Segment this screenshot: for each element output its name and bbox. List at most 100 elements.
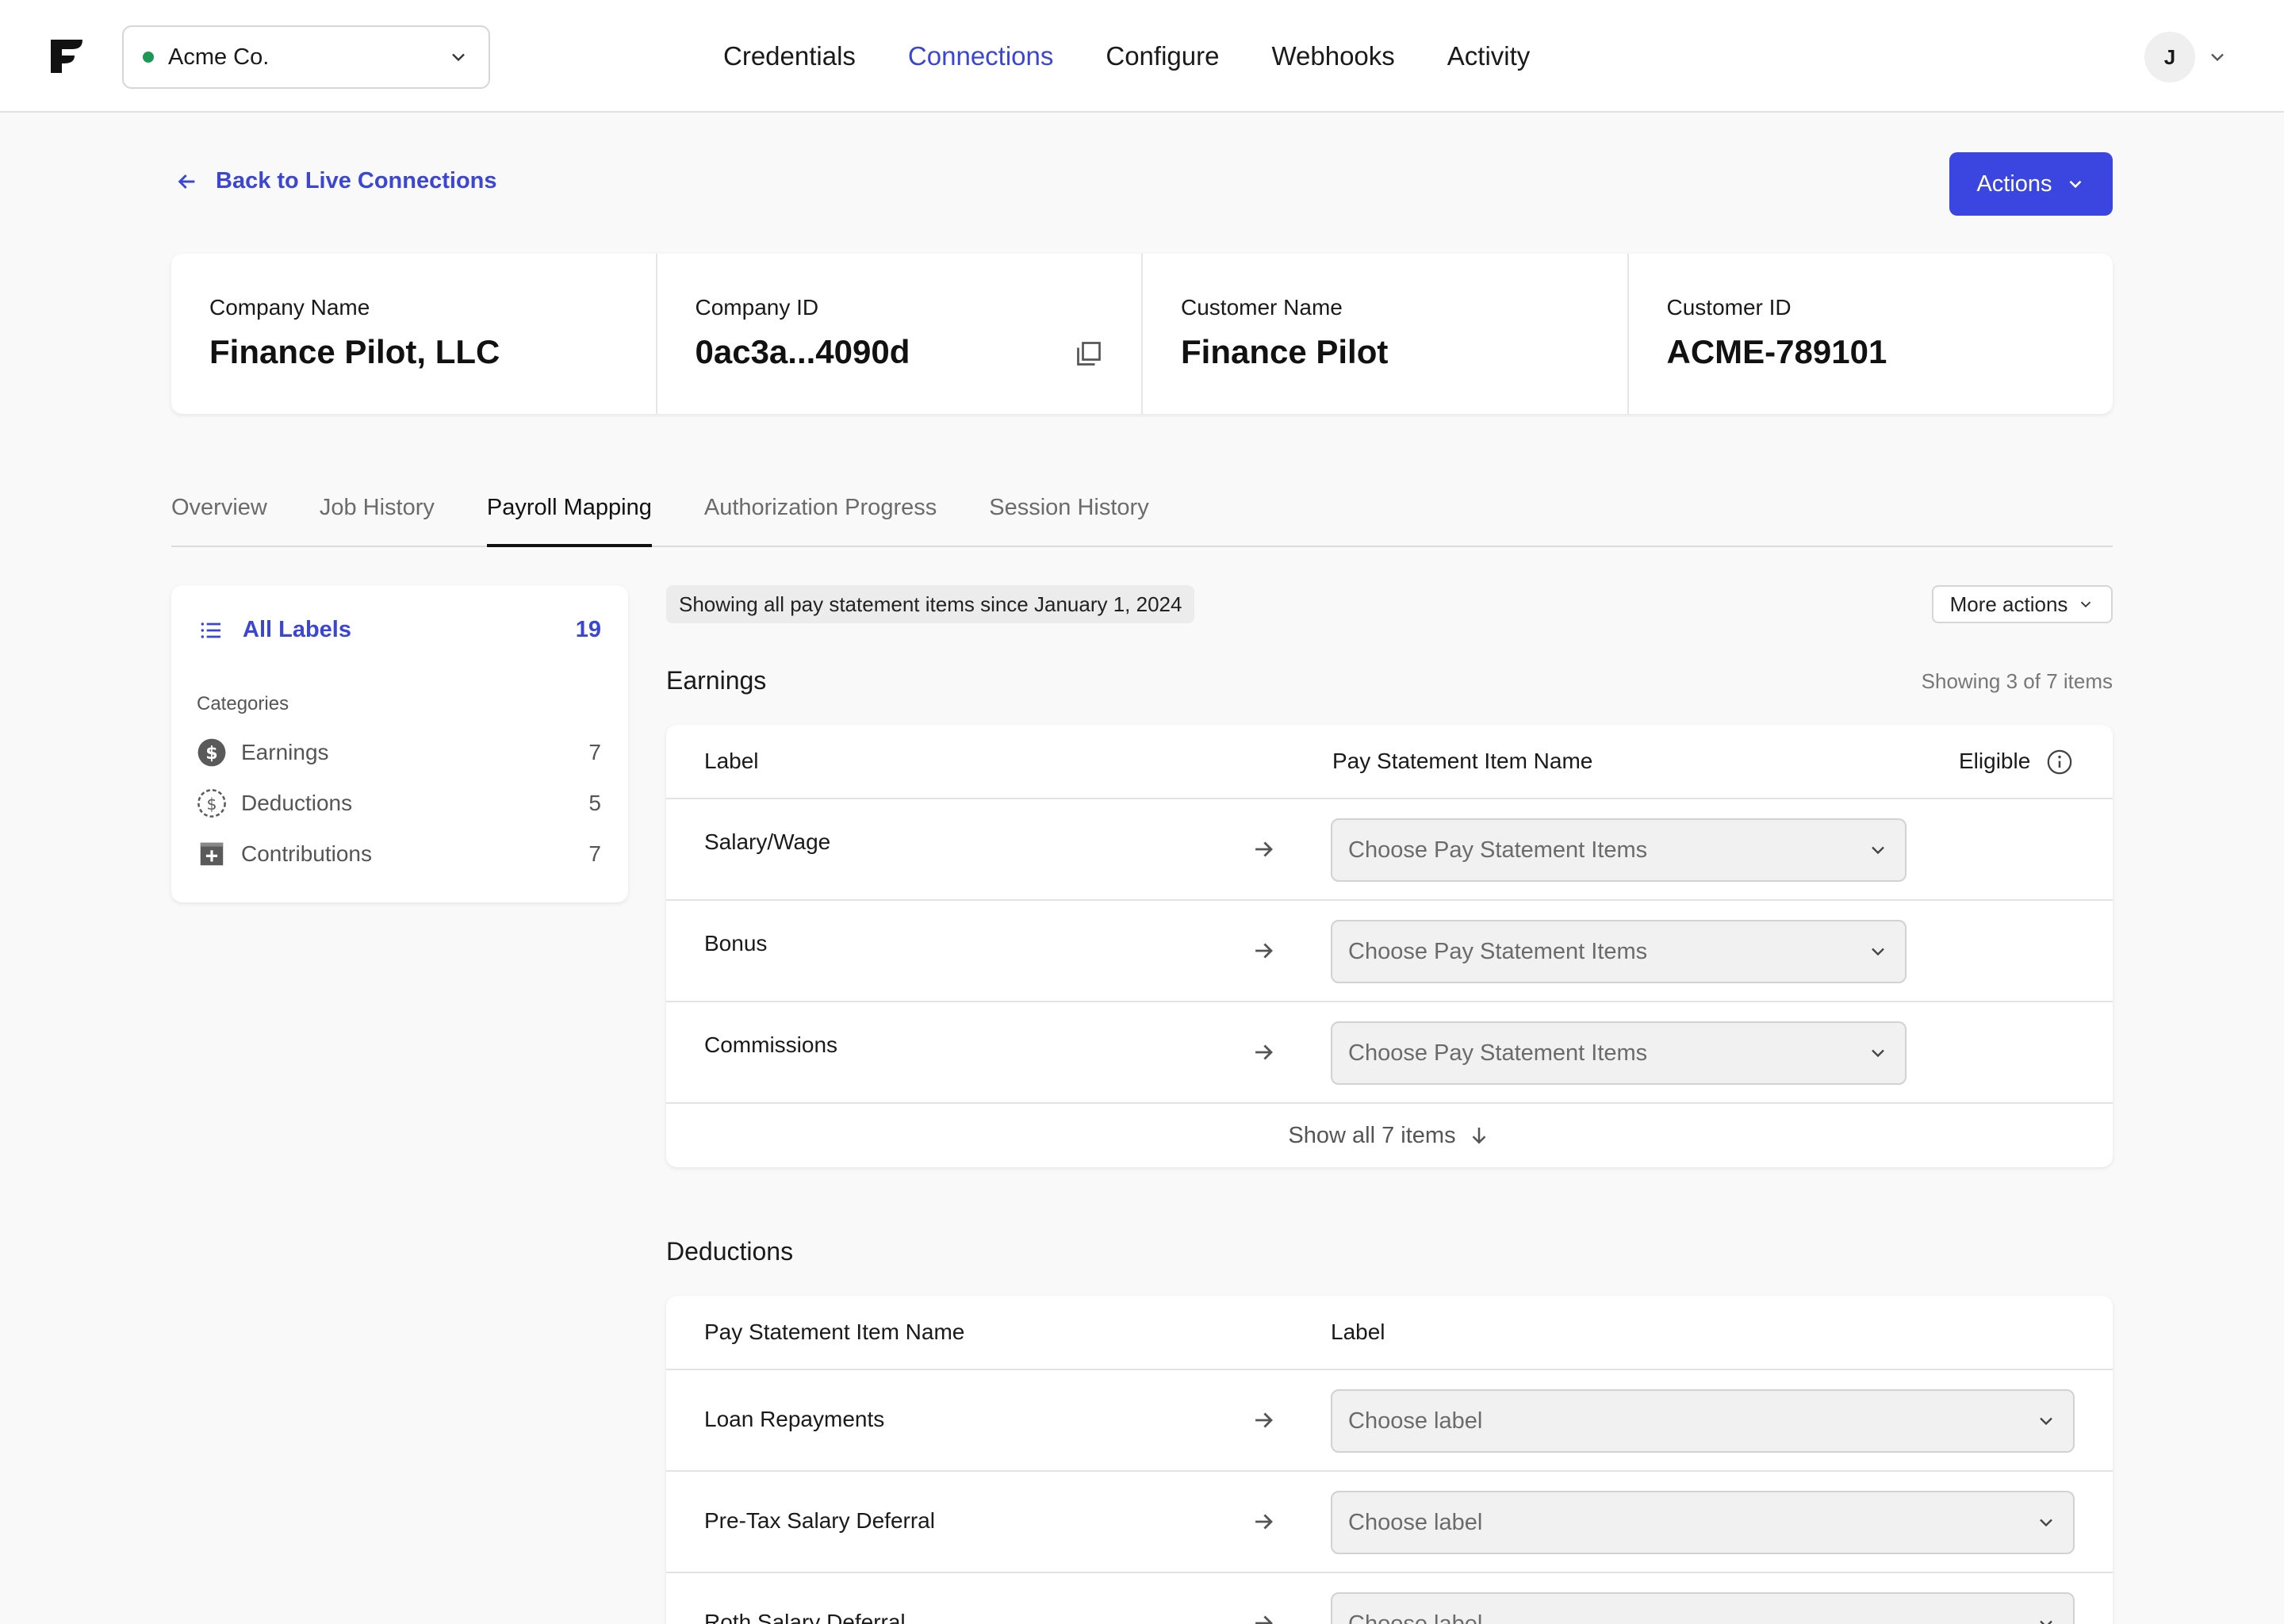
nav-credentials[interactable]: Credentials — [723, 41, 856, 71]
select-placeholder: Choose label — [1348, 1408, 1483, 1434]
chevron-down-icon — [1872, 1049, 1884, 1058]
more-actions-label: More actions — [1949, 592, 2068, 616]
deductions-section-title: Deductions — [666, 1237, 794, 1266]
arrow-right-icon — [1255, 841, 1273, 857]
user-menu-chevron-icon[interactable] — [2206, 46, 2228, 68]
category-earnings[interactable]: $ Earnings 7 — [197, 737, 601, 768]
nav-webhooks[interactable]: Webhooks — [1271, 41, 1394, 71]
table-row: Loan Repayments Choose label — [666, 1370, 2113, 1472]
company-name-value: Finance Pilot, LLC — [209, 333, 500, 370]
pay-statement-item-select[interactable]: Choose Pay Statement Items — [1331, 818, 1907, 882]
column-header-eligible: Eligible — [1959, 749, 2031, 773]
back-link[interactable]: Back to Live Connections — [174, 168, 497, 194]
chevron-down-icon — [2040, 1620, 2052, 1624]
arrow-right-icon — [1255, 1412, 1273, 1428]
copy-icon[interactable] — [1075, 339, 1103, 368]
nav-activity[interactable]: Activity — [1447, 41, 1531, 71]
pay-statement-item-select[interactable]: Choose Pay Statement Items — [1331, 920, 1907, 983]
customer-id-cell: Customer ID ACME-789101 — [1629, 254, 2113, 414]
table-row: Salary/Wage Choose Pay Statement Items — [666, 799, 2113, 901]
more-actions-button[interactable]: More actions — [1932, 585, 2113, 623]
nav-configure[interactable]: Configure — [1106, 41, 1219, 71]
tab-job-history[interactable]: Job History — [320, 476, 435, 546]
all-labels-item[interactable]: All Labels 19 — [198, 617, 601, 643]
all-labels-label: All Labels — [243, 617, 351, 642]
dollar-dashed-icon: $ — [197, 789, 226, 818]
chevron-down-icon — [1872, 948, 1884, 956]
select-placeholder: Choose label — [1348, 1611, 1483, 1624]
pay-statement-item-select[interactable]: Choose Pay Statement Items — [1331, 1021, 1907, 1085]
main-nav: Credentials Connections Configure Webhoo… — [723, 0, 1582, 113]
list-icon — [201, 622, 220, 638]
chevron-down-icon — [2040, 1417, 2052, 1426]
organization-select[interactable]: Acme Co. — [122, 25, 490, 89]
svg-text:$: $ — [205, 743, 217, 764]
arrow-right-icon — [1255, 1044, 1273, 1060]
arrow-down-icon — [1472, 1128, 1485, 1144]
organization-name: Acme Co. — [168, 44, 270, 70]
info-icon[interactable] — [2046, 749, 2073, 776]
categories-title: Categories — [197, 693, 289, 714]
user-avatar[interactable]: J — [2144, 32, 2195, 82]
dollar-filled-icon: $ — [197, 738, 226, 767]
back-link-label: Back to Live Connections — [216, 168, 497, 193]
labels-sidebar: All Labels 19 Categories $ Earnings 7 $ … — [171, 585, 628, 902]
column-header-label: Label — [1331, 1320, 1385, 1344]
column-header-item-name: Pay Statement Item Name — [1332, 749, 1593, 773]
category-deductions[interactable]: $ Deductions 5 — [197, 788, 601, 818]
label-select[interactable]: Choose label — [1331, 1491, 2075, 1554]
label-select[interactable]: Choose label — [1331, 1389, 2075, 1453]
company-id-value: 0ac3a...4090d — [695, 333, 910, 370]
actions-label: Actions — [1976, 170, 2052, 197]
table-header: Pay Statement Item Name Label — [666, 1296, 2113, 1370]
filter-summary-pill: Showing all pay statement items since Ja… — [666, 585, 1195, 623]
svg-text:$: $ — [206, 795, 217, 814]
show-all-label: Show all 7 items — [1288, 1122, 1456, 1148]
table-header: Label Pay Statement Item Name Eligible — [666, 725, 2113, 799]
row-label: Bonus — [704, 931, 768, 956]
select-placeholder: Choose Pay Statement Items — [1348, 938, 1648, 964]
connection-tabs: Overview Job History Payroll Mapping Aut… — [171, 476, 2113, 547]
company-id-cell: Company ID 0ac3a...4090d — [657, 254, 1143, 414]
select-placeholder: Choose Pay Statement Items — [1348, 1040, 1648, 1066]
earnings-table: Label Pay Statement Item Name Eligible S… — [666, 725, 2113, 1167]
info-label: Company Name — [209, 295, 370, 320]
arrow-right-icon — [1255, 1615, 1273, 1624]
row-label: Commissions — [704, 1032, 838, 1057]
tab-session-history[interactable]: Session History — [989, 476, 1148, 546]
row-label: Pre-Tax Salary Deferral — [704, 1508, 935, 1533]
category-count: 7 — [588, 740, 601, 764]
chevron-down-icon — [2040, 1519, 2052, 1527]
chevron-down-icon — [1872, 846, 1884, 855]
plus-square-icon — [200, 842, 224, 866]
tab-overview[interactable]: Overview — [171, 476, 267, 546]
table-row: Bonus Choose Pay Statement Items — [666, 901, 2113, 1002]
table-row: Roth Salary Deferral Choose label — [666, 1573, 2113, 1624]
info-label: Customer Name — [1181, 295, 1343, 320]
status-dot — [143, 52, 154, 63]
chevron-down-icon — [2081, 601, 2091, 608]
arrow-right-icon — [1255, 1514, 1273, 1530]
category-contributions[interactable]: Contributions 7 — [197, 839, 601, 869]
actions-button[interactable]: Actions — [1949, 152, 2113, 216]
app-logo-icon[interactable] — [48, 36, 87, 76]
show-all-items-button[interactable]: Show all 7 items — [666, 1104, 2113, 1167]
all-labels-count: 19 — [575, 617, 601, 642]
table-row: Pre-Tax Salary Deferral Choose label — [666, 1472, 2113, 1573]
company-name-cell: Company Name Finance Pilot, LLC — [171, 254, 657, 414]
category-label: Contributions — [241, 841, 372, 866]
earnings-section-title: Earnings — [666, 666, 767, 695]
chevron-down-icon — [452, 53, 465, 62]
nav-connections[interactable]: Connections — [908, 41, 1053, 71]
connection-info-card: Company Name Finance Pilot, LLC Company … — [171, 254, 2113, 414]
category-label: Deductions — [241, 791, 353, 815]
earnings-items-count: Showing 3 of 7 items — [1921, 669, 2113, 693]
arrow-left-icon — [178, 174, 195, 189]
tab-payroll-mapping[interactable]: Payroll Mapping — [486, 476, 652, 547]
row-label: Salary/Wage — [704, 829, 831, 854]
column-header-label: Label — [704, 749, 759, 773]
category-count: 5 — [588, 791, 601, 815]
customer-id-value: ACME-789101 — [1666, 333, 1887, 370]
tab-authorization-progress[interactable]: Authorization Progress — [704, 476, 937, 546]
label-select[interactable]: Choose label — [1331, 1592, 2075, 1624]
